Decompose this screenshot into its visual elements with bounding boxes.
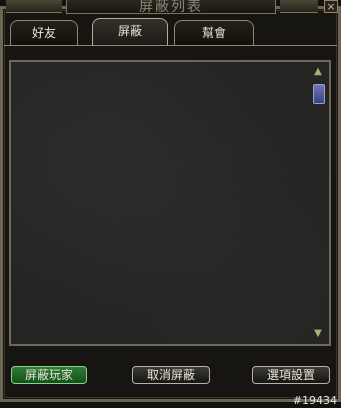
close-button[interactable]: × (324, 0, 338, 13)
scroll-up-icon[interactable]: ▲ (312, 66, 324, 78)
scroll-down-icon[interactable]: ▼ (312, 328, 324, 340)
blocked-list[interactable]: ▲ ▼ (9, 60, 331, 346)
scrollbar-thumb[interactable] (313, 84, 325, 104)
options-button[interactable]: 選項設置 (252, 366, 330, 384)
title-ornament-left (6, 0, 62, 13)
footer-id: #19434 (292, 394, 337, 407)
title-ornament-right (280, 0, 318, 13)
block-list-window: 屏蔽列表 × 好友 屏蔽 幫會 ▲ ▼ 屏蔽玩家 取消屏蔽 選項設置 #1943… (0, 0, 341, 408)
window-title: 屏蔽列表 (66, 0, 276, 14)
unblock-button[interactable]: 取消屏蔽 (132, 366, 210, 384)
tab-guild[interactable]: 幫會 (174, 20, 254, 45)
tab-divider (4, 45, 337, 46)
tab-blocked[interactable]: 屏蔽 (92, 18, 168, 46)
tab-friends[interactable]: 好友 (10, 20, 78, 45)
block-player-button[interactable]: 屏蔽玩家 (11, 366, 87, 384)
